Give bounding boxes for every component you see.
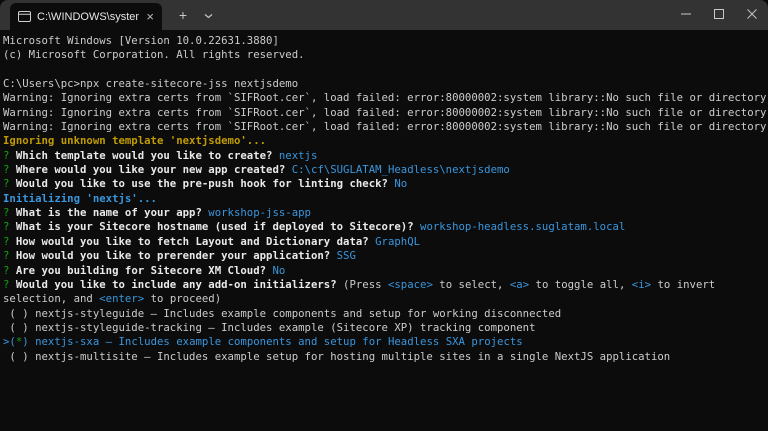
tab-title: C:\WINDOWS\system32\cmd. xyxy=(37,10,139,23)
cmd-window-icon xyxy=(18,11,31,22)
terminal-line: >(*) nextjs-sxa – Includes example compo… xyxy=(3,335,523,349)
tab-close-icon[interactable]: × xyxy=(145,10,155,24)
terminal-line: ? What is your Sitecore hostname (used i… xyxy=(3,220,626,234)
close-icon xyxy=(746,6,757,24)
minimize-button[interactable] xyxy=(669,0,702,30)
terminal-line: ( ) nextjs-multisite – Includes example … xyxy=(3,349,671,363)
terminal-line: ( ) nextjs-styleguide-tracking – Include… xyxy=(3,320,536,334)
maximize-icon xyxy=(713,6,724,24)
terminal-line: ? Where would you like your new app crea… xyxy=(3,163,510,177)
terminal-line: selection, and <enter> to proceed) xyxy=(3,292,222,306)
terminal-line: Ignoring unknown template 'nextjsdemo'..… xyxy=(3,134,267,148)
titlebar-drag-region xyxy=(220,0,669,30)
terminal-line: ? How would you like to prerender your a… xyxy=(3,249,356,263)
terminal-line: Warning: Ignoring extra certs from `SIFR… xyxy=(3,105,767,119)
terminal-line: ? How would you like to fetch Layout and… xyxy=(3,234,421,248)
terminal-line: Warning: Ignoring extra certs from `SIFR… xyxy=(3,120,767,134)
new-tab-button[interactable]: + xyxy=(170,0,196,30)
close-button[interactable] xyxy=(735,0,768,30)
minimize-icon xyxy=(680,6,691,24)
titlebar: C:\WINDOWS\system32\cmd. × + xyxy=(0,0,768,30)
terminal-line: ? Are you building for Sitecore XM Cloud… xyxy=(3,263,286,277)
terminal-output[interactable]: Microsoft Windows [Version 10.0.22631.38… xyxy=(0,30,768,431)
terminal-line: Warning: Ignoring extra certs from `SIFR… xyxy=(3,91,767,105)
maximize-button[interactable] xyxy=(702,0,735,30)
terminal-line: Microsoft Windows [Version 10.0.22631.38… xyxy=(3,34,279,47)
tab-dropdown-button[interactable] xyxy=(196,0,220,30)
window-controls xyxy=(669,0,768,30)
terminal-line: C:\Users\pc>npx create-sitecore-jss next… xyxy=(3,77,299,91)
terminal-line: ? Would you like to use the pre-push hoo… xyxy=(3,177,408,191)
terminal-window: C:\WINDOWS\system32\cmd. × + xyxy=(0,0,768,431)
chevron-down-icon xyxy=(204,6,213,24)
terminal-line: Initializing 'nextjs'... xyxy=(3,191,157,205)
terminal-line: ? Would you like to include any add-on i… xyxy=(3,277,716,291)
tab-cmd[interactable]: C:\WINDOWS\system32\cmd. × xyxy=(10,3,162,30)
terminal-line: ( ) nextjs-styleguide – Includes example… xyxy=(3,306,562,320)
terminal-line: ? Which template would you like to creat… xyxy=(3,148,318,162)
terminal-line: (c) Microsoft Corporation. All rights re… xyxy=(3,48,305,62)
terminal-line: ? What is the name of your app? workshop… xyxy=(3,206,311,220)
